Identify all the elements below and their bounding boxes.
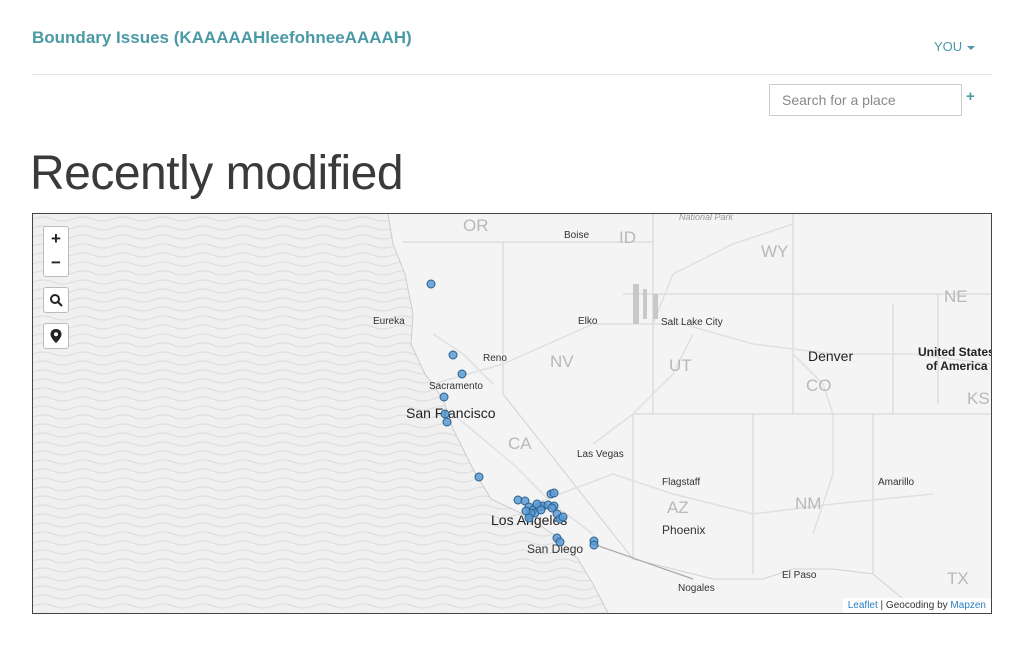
place-marker[interactable] <box>442 417 452 427</box>
place-marker[interactable] <box>589 540 599 550</box>
place-marker[interactable] <box>524 513 534 523</box>
map-marker-layer <box>426 279 599 550</box>
place-marker[interactable] <box>558 512 568 522</box>
place-marker[interactable] <box>426 279 436 289</box>
place-marker[interactable] <box>439 392 449 402</box>
map-search-button[interactable] <box>43 287 69 313</box>
place-marker[interactable] <box>549 488 559 498</box>
map-container[interactable]: National Park OR ID WY NE NV UT CO KS CA… <box>32 213 992 614</box>
user-menu-label: YOU <box>934 39 963 54</box>
header-divider <box>32 74 992 75</box>
brand-link[interactable]: Boundary Issues (KAAAAAHleefohneeAAAAH) <box>32 28 412 48</box>
leaflet-link[interactable]: Leaflet <box>848 600 878 611</box>
place-marker[interactable] <box>474 472 484 482</box>
page-title: Recently modified <box>30 147 404 200</box>
map-pin-icon <box>50 329 62 343</box>
caret-down-icon <box>967 45 976 50</box>
place-marker[interactable] <box>440 409 450 419</box>
place-marker[interactable] <box>448 350 458 360</box>
zoom-in-button[interactable]: + <box>43 226 69 252</box>
place-search-input[interactable] <box>769 84 962 116</box>
place-marker[interactable] <box>457 369 467 379</box>
add-place-button[interactable]: + <box>966 88 975 105</box>
map-attribution: Leaflet | Geocoding by Mapzen <box>842 598 991 613</box>
attribution-text: | Geocoding by <box>877 600 951 611</box>
place-marker[interactable] <box>536 505 546 515</box>
map-locate-button[interactable] <box>43 323 69 349</box>
user-menu-toggle[interactable]: YOU <box>934 39 976 54</box>
search-icon <box>50 294 63 307</box>
mapzen-link[interactable]: Mapzen <box>950 600 986 611</box>
place-marker[interactable] <box>555 537 565 547</box>
zoom-out-button[interactable]: − <box>43 251 69 277</box>
